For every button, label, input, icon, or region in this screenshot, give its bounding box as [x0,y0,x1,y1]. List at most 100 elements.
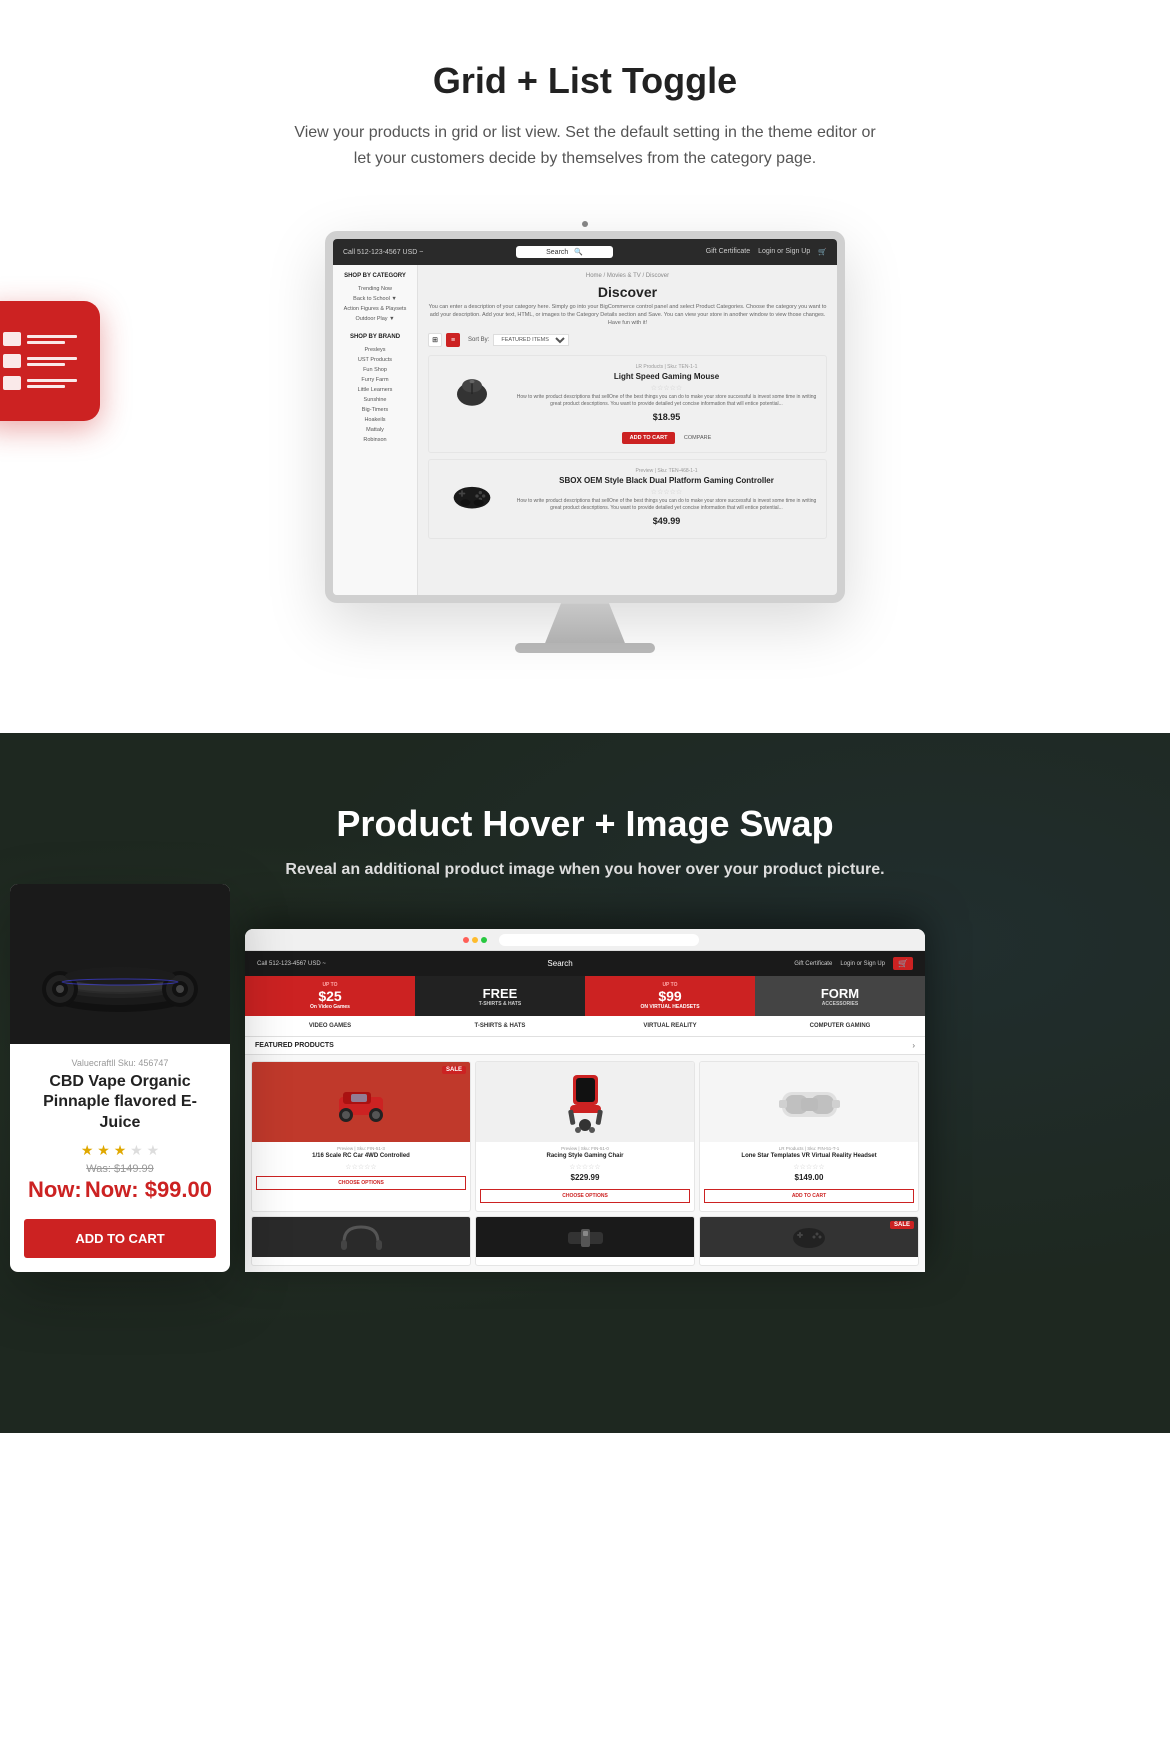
add-to-cart-btn-3[interactable]: ADD TO CART [704,1189,914,1203]
star-4: ★ [130,1142,143,1158]
product-body-3: LR Products | Sku: FIN-51-T-1 Lone Star … [700,1142,918,1211]
product-desc-1: How to write product descriptions that s… [515,394,818,408]
product-name-rc: 1/16 Scale RC Car 4WD Controlled [256,1153,466,1161]
product-price-chair: $229.99 [480,1173,690,1182]
gift-cert-link[interactable]: Gift Certificate [706,248,750,256]
add-to-cart-button-1[interactable]: ADD TO CART [622,432,676,444]
product-body-2: Preview | Sku: FIN-51-0 Racing Style Gam… [476,1142,694,1211]
sort-label: Sort By: [468,337,489,343]
sidebar-item-action[interactable]: Action Figures & Playsets [341,304,409,314]
section2-content: Product Hover + Image Swap Reveal an add… [40,803,1130,1272]
compare-button-1[interactable]: COMPARE [684,435,711,441]
product-meta-1: LR Products | Sku: TEN-1-1 [515,364,818,370]
list-square-3 [3,376,21,390]
banner-tshirts[interactable]: FREE T-SHIRTS & HATS [415,976,585,1016]
featured-products-header: FEATURED PRODUCTS › [245,1037,925,1055]
featured-arrow-icon[interactable]: › [912,1041,915,1050]
section-product-hover: Product Hover + Image Swap Reveal an add… [0,733,1170,1433]
monitor-navbar: Call 512-123-4567 USD ~ Search 🔍 Gift Ce… [333,239,837,265]
product-list-item-2: Preview | Sku: TEN-468-1-1 SBOX OEM Styl… [428,459,827,539]
shop-search-bar[interactable]: Search [547,959,572,968]
monitor-base [515,643,655,653]
shop-cart-icon[interactable]: 🛒 [893,957,913,970]
now-price-big: $99.00 [145,1177,212,1202]
product-name-chair: Racing Style Gaming Chair [480,1153,690,1161]
section1-title: Grid + List Toggle [40,60,1130,102]
popup-product-stars: ★ ★ ★ ★ ★ [24,1142,216,1159]
login-link[interactable]: Login or Sign Up [758,248,810,256]
nav-left: Call 512-123-4567 USD ~ [343,249,423,256]
sidebar-brand-ust[interactable]: UST Products [341,355,409,365]
page-description: You can enter a description of your cate… [428,304,827,327]
sidebar-brand-big[interactable]: Big-Timers [341,405,409,415]
search-bar[interactable]: Search 🔍 [516,246,613,258]
monitor-main: Home / Movies & TV / Discover Discover Y… [418,265,837,595]
sidebar-brand-mattaly[interactable]: Mattaly [341,425,409,435]
was-price-value: $149.99 [114,1163,154,1175]
list-view-button[interactable]: ≡ [446,333,460,347]
sidebar-brand-fun[interactable]: Fun Shop [341,365,409,375]
sidebar-brand-hoakeils[interactable]: Hoakeils [341,415,409,425]
banner-accessories[interactable]: FORM ACCESSORIES [755,976,925,1016]
vr-headset-icon [777,1080,842,1125]
shop-header-right: Gift Certificate Login or Sign Up 🛒 [794,957,913,970]
product-price-2: $49.99 [515,516,818,526]
shop-products-grid: SALE [245,1055,925,1212]
add-to-cart-popup-button[interactable]: ADD TO CART [24,1219,216,1258]
breadcrumb: Home / Movies & TV / Discover [428,273,827,279]
cat-gaming[interactable]: COMPUTER GAMING [755,1020,925,1032]
cat-video-games[interactable]: VIDEO GAMES [245,1020,415,1032]
list-icon-inner [0,322,87,400]
monitor-content: SHOP BY CATEGORY Trending Now Back to Sc… [333,265,837,595]
product-name-1: Light Speed Gaming Mouse [515,372,818,381]
browser-url-bar[interactable] [499,934,699,946]
list-line [27,341,65,344]
controller-icon [447,476,497,516]
popup-product-name: CBD Vape Organic Pinnaple flavored E-Jui… [24,1072,216,1134]
list-line [27,357,77,360]
banner-headsets[interactable]: UP TO $99 ON VIRTUAL HEADSETS [585,976,755,1016]
banner-video-games[interactable]: UP TO $25 On Video Games [245,976,415,1016]
star-2: ★ [97,1142,110,1158]
sidebar-brand-little[interactable]: Little Learners [341,385,409,395]
featured-title: FEATURED PRODUCTS [255,1042,334,1049]
shop-product-card-3: LR Products | Sku: FIN-51-T-1 Lone Star … [699,1061,919,1212]
sidebar-item-school[interactable]: Back to School [341,294,409,304]
mouse-icon [447,372,497,412]
cat-vr[interactable]: VIRTUAL REALITY [585,1020,755,1032]
choose-options-btn-2[interactable]: CHOOSE OPTIONS [480,1189,690,1203]
shop-login-link[interactable]: Login or Sign Up [840,961,885,967]
was-label: Was: [86,1163,111,1175]
product-stars-vr: ☆☆☆☆☆ [704,1163,914,1171]
product-img-vr [700,1062,918,1142]
second-row-card-2 [475,1216,695,1266]
sort-select[interactable]: FEATURED ITEMS [493,334,569,346]
product-meta-2: Preview | Sku: TEN-468-1-1 [515,468,818,474]
sidebar-brand-robinson[interactable]: Robinson [341,435,409,445]
product-meta-vr: LR Products | Sku: FIN-51-T-1 [704,1146,914,1151]
gamepad-icon [787,1222,832,1252]
sidebar-item-outdoor[interactable]: Outdoor Play [341,314,409,324]
shop-gift-link[interactable]: Gift Certificate [794,961,832,967]
cart-icon[interactable]: 🛒 [818,248,827,256]
shop-product-card-1: SALE [251,1061,471,1212]
product-meta-chair: Preview | Sku: FIN-51-0 [480,1146,690,1151]
sidebar-brand-sunshine[interactable]: Sunshine [341,395,409,405]
product-image-controller [437,468,507,523]
grid-view-button[interactable]: ⊞ [428,333,442,347]
cat-tshirts[interactable]: T-SHIRTS & HATS [415,1020,585,1032]
list-row-2 [3,354,77,368]
browser-chrome [245,929,925,951]
sidebar-category-heading: SHOP BY CATEGORY [341,273,409,279]
shop-category-nav: VIDEO GAMES T-SHIRTS & HATS VIRTUAL REAL… [245,1016,925,1037]
section-grid-list: Grid + List Toggle View your products in… [0,0,1170,733]
list-icon-overlay [0,301,100,421]
list-lines-2 [27,357,77,366]
sale-badge-row2: SALE [890,1221,914,1229]
sidebar-brand-furry[interactable]: Furry Farm [341,375,409,385]
popup-now-price: Now: Now: $99.00 [24,1177,216,1203]
choose-options-btn-1[interactable]: CHOOSE OPTIONS [256,1176,466,1190]
second-row-img-3 [700,1217,918,1257]
sidebar-brand-presleys[interactable]: Presleys [341,345,409,355]
sidebar-item-trending[interactable]: Trending Now [341,284,409,294]
